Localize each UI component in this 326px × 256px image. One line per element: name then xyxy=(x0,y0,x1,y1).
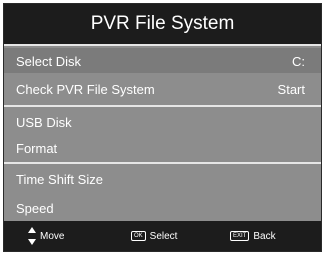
menu-item-label: Speed xyxy=(16,201,54,216)
hint-select: OK Select xyxy=(131,221,177,251)
divider xyxy=(4,105,321,107)
menu-item-value: C: xyxy=(292,54,305,69)
menu-item-check-pvr-file-system[interactable]: Check PVR File System Start xyxy=(4,76,321,101)
hint-back-label: Back xyxy=(253,230,276,242)
menu-item-label: USB Disk xyxy=(16,115,72,130)
ok-key-icon: OK xyxy=(131,231,146,241)
divider xyxy=(4,44,321,46)
menu-item-usb-disk[interactable]: USB Disk xyxy=(4,109,321,134)
hint-back: EXIT Back xyxy=(230,221,276,251)
divider xyxy=(4,162,321,164)
hint-move: Move xyxy=(28,221,64,251)
menu-item-label: Select Disk xyxy=(16,54,82,69)
pvr-file-system-menu: PVR File System Select Disk C: Check PVR… xyxy=(3,3,322,252)
menu-item-value: Start xyxy=(277,82,305,97)
menu-item-time-shift-size[interactable]: Time Shift Size xyxy=(4,166,321,191)
menu-item-label: Format xyxy=(16,141,58,156)
menu-title: PVR File System xyxy=(4,4,321,44)
menu-item-label: Check PVR File System xyxy=(16,82,155,97)
menu-item-label: Time Shift Size xyxy=(16,172,103,187)
menu-item-speed[interactable]: Speed xyxy=(4,195,321,220)
exit-key-icon: EXIT xyxy=(230,231,250,241)
menu-item-format[interactable]: Format xyxy=(4,135,321,160)
footer-hint-bar: Move OK Select EXIT Back xyxy=(4,221,321,251)
hint-move-label: Move xyxy=(40,230,65,242)
hint-select-label: Select xyxy=(149,230,178,242)
up-down-arrows-icon xyxy=(28,227,36,245)
menu-item-select-disk[interactable]: Select Disk C: xyxy=(4,48,321,73)
